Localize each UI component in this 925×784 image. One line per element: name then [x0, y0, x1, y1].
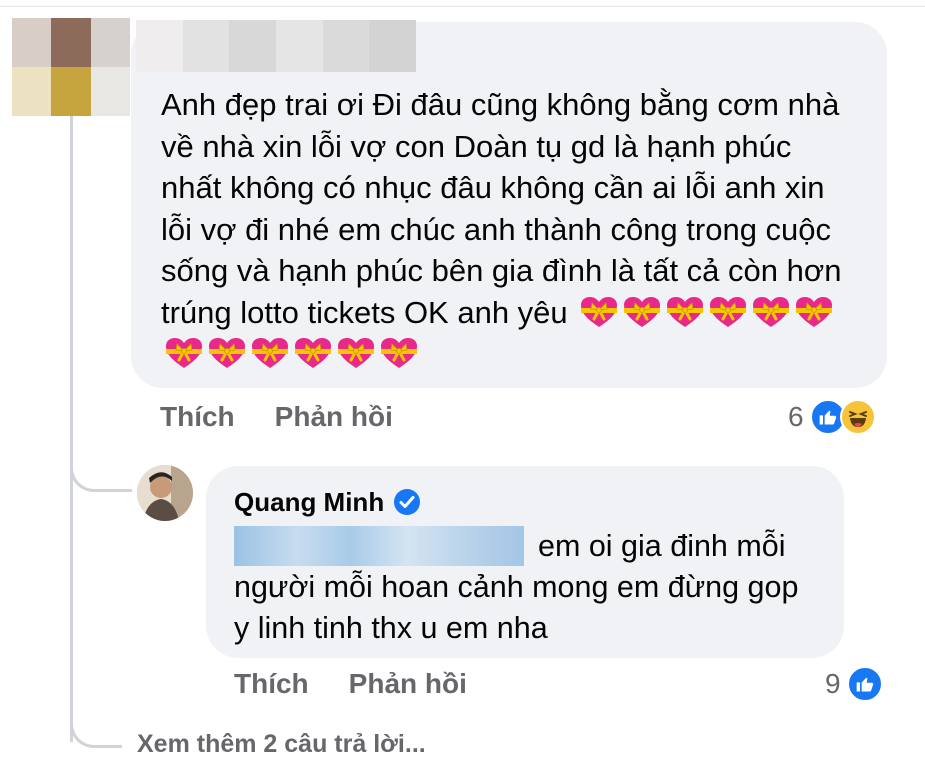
comment-actions: Thích Phản hồi	[160, 401, 393, 433]
heart-with-ribbon-icon	[667, 296, 704, 327]
verified-badge-icon	[394, 489, 421, 515]
heart-with-ribbon-icon	[624, 296, 661, 327]
like-link[interactable]: Thích	[234, 668, 309, 700]
reaction-count: 6	[788, 401, 804, 432]
heart-with-ribbon-icon	[295, 338, 331, 368]
like-link[interactable]: Thích	[160, 401, 235, 433]
heart-with-ribbon-icon	[581, 296, 618, 327]
heart-with-ribbon-icon	[753, 296, 790, 327]
comment-bubble: Anh đẹp trai ơi Đi đâu cũng không bằng c…	[131, 22, 887, 388]
thread-line	[70, 110, 73, 742]
reply-bubble: Quang Minh em oi gia đinh mỗi người mỗi …	[206, 466, 844, 658]
heart-with-ribbon-icon	[209, 338, 245, 368]
reply-link[interactable]: Phản hồi	[275, 401, 393, 433]
thread-connector-more	[70, 700, 122, 748]
heart-with-ribbon-icon	[252, 338, 288, 368]
reply-author-row: Quang Minh	[234, 484, 816, 520]
reaction-count: 9	[825, 668, 841, 699]
comment-text: Anh đẹp trai ơi Đi đâu cũng không bằng c…	[161, 84, 859, 375]
heart-with-ribbon-icon	[710, 296, 747, 327]
reply-actions: Thích Phản hồi	[234, 668, 467, 700]
reply-reactions[interactable]: 9	[825, 666, 883, 702]
author-name[interactable]: Quang Minh	[234, 487, 384, 518]
censored-author-name	[136, 20, 417, 72]
thread-connector	[70, 440, 132, 492]
comment-body: Anh đẹp trai ơi Đi đâu cũng không bằng c…	[161, 87, 842, 330]
haha-icon	[839, 399, 876, 435]
censored-avatar	[12, 18, 130, 116]
censored-mention	[234, 526, 524, 566]
reply-text: em oi gia đinh mỗi người mỗi hoan cảnh m…	[234, 526, 816, 649]
heart-with-ribbon-icon	[381, 338, 417, 368]
like-icon	[846, 666, 883, 702]
heart-with-ribbon-icon	[166, 338, 202, 368]
heart-with-ribbon-icon	[338, 338, 374, 368]
reply-link[interactable]: Phản hồi	[349, 668, 467, 700]
top-divider	[0, 0, 925, 7]
comment-reactions[interactable]: 6	[788, 399, 876, 435]
heart-with-ribbon-icon	[796, 296, 833, 327]
avatar[interactable]	[137, 465, 193, 521]
view-more-replies-link[interactable]: Xem thêm 2 câu trả lời...	[137, 730, 426, 759]
